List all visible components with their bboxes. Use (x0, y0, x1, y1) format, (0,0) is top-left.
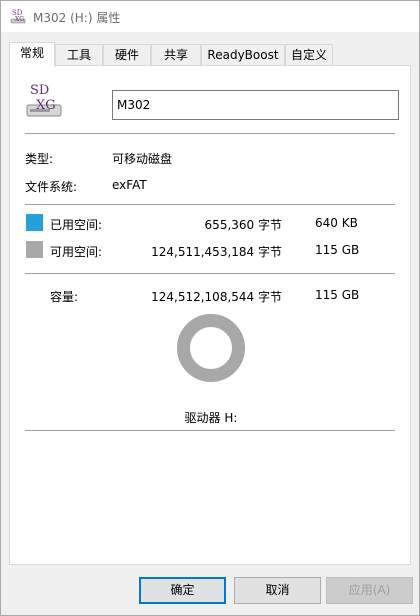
free-space-label: 可用空间: (50, 245, 103, 259)
drive-name-input[interactable] (112, 90, 399, 120)
drive-icon-text-bottom: XG (36, 98, 56, 113)
properties-window: SD XG M302 (H:) 属性 常规 工具 硬件 共享 ReadyBoos… (0, 0, 420, 616)
ok-button[interactable]: 确定 (139, 577, 226, 604)
separator (25, 204, 395, 205)
general-tab-panel: SD XG 类型: 可移动磁盘 文件系统: exFAT 已用空间: 655,36… (9, 65, 411, 565)
tab-readyboost[interactable]: ReadyBoost (201, 44, 285, 66)
apply-button[interactable]: 应用(A) (326, 577, 413, 604)
tab-customize[interactable]: 自定义 (285, 44, 333, 66)
separator (25, 273, 395, 274)
free-space-bytes: 124,511,453,184 字节 (151, 245, 282, 259)
drive-letter-label: 驱动器 H: (184, 411, 238, 425)
type-value: 可移动磁盘 (112, 152, 173, 166)
file-system-value: exFAT (112, 178, 147, 192)
free-space-swatch (26, 241, 43, 258)
cancel-button[interactable]: 取消 (234, 577, 321, 604)
type-label: 类型: (25, 152, 54, 166)
tab-tools[interactable]: 工具 (55, 44, 103, 66)
tab-general[interactable]: 常规 (9, 42, 55, 67)
capacity-size: 115 GB (315, 288, 360, 302)
separator (25, 430, 395, 431)
sd-card-drive-icon: SD XG (26, 83, 62, 117)
file-system-label: 文件系统: (25, 180, 78, 194)
window-title: M302 (H:) 属性 (33, 11, 121, 25)
free-space-size: 115 GB (315, 243, 360, 257)
sd-card-drive-icon: SD XG (10, 9, 26, 24)
capacity-bytes: 124,512,108,544 字节 (151, 290, 282, 304)
drive-icon-text-top: SD (30, 83, 49, 98)
capacity-label: 容量: (50, 290, 79, 304)
tab-strip: 常规 工具 硬件 共享 ReadyBoost 自定义 (9, 42, 411, 67)
used-space-label: 已用空间: (50, 218, 103, 232)
separator (25, 133, 395, 134)
disk-usage-ring-chart (177, 314, 245, 382)
tab-hardware[interactable]: 硬件 (103, 44, 151, 66)
title-bar[interactable]: SD XG M302 (H:) 属性 (1, 1, 419, 32)
used-space-swatch (26, 214, 43, 231)
used-space-size: 640 KB (315, 216, 358, 230)
used-space-bytes: 655,360 字节 (204, 218, 282, 232)
tab-sharing[interactable]: 共享 (151, 44, 201, 66)
svg-text:XG: XG (15, 16, 24, 23)
